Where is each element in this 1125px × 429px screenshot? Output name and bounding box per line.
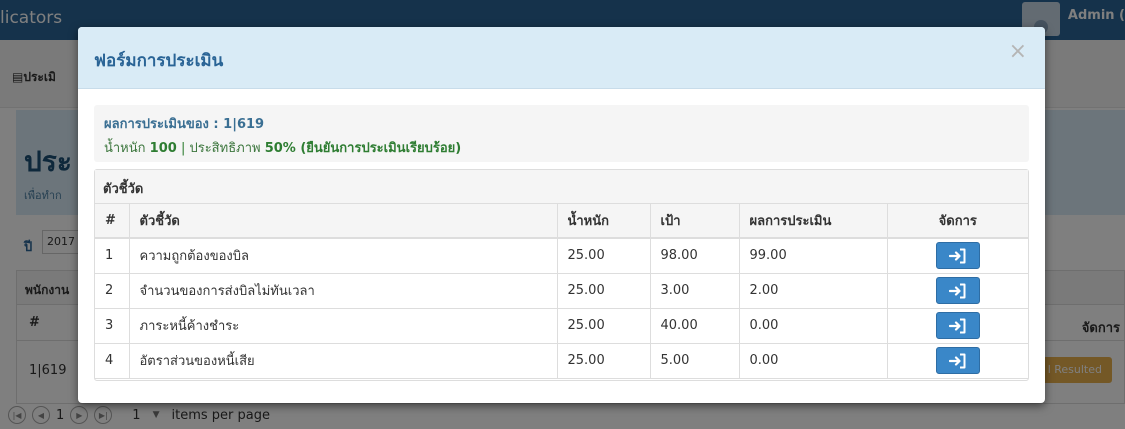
evaluation-summary: ผลการประเมินของ : 1|619 น้ำหนัก 100 | ปร… bbox=[94, 105, 1029, 162]
row-indicator: จำนวนของการส่งบิลไม่ทันเวลา bbox=[129, 273, 558, 309]
sign-in-icon bbox=[948, 318, 966, 333]
row-number: 1 bbox=[95, 238, 130, 274]
open-evaluation-button[interactable] bbox=[935, 347, 980, 374]
row-target: 40.00 bbox=[650, 308, 740, 344]
indicator-table-header: # ตัวชี้วัด น้ำหนัก เป้า ผลการประเมิน จั… bbox=[95, 204, 1028, 239]
row-number: 4 bbox=[95, 343, 130, 379]
row-weight: 25.00 bbox=[557, 238, 651, 274]
row-target: 5.00 bbox=[650, 343, 740, 379]
row-weight: 25.00 bbox=[557, 308, 651, 344]
row-result: 0.00 bbox=[739, 343, 888, 379]
row-action bbox=[887, 238, 1028, 274]
efficiency-label: ประสิทธิภาพ bbox=[189, 141, 261, 156]
weight-value: 100 bbox=[149, 141, 177, 156]
table-row: 4 อัตราส่วนของหนี้เสีย 25.00 5.00 0.00 bbox=[95, 343, 1028, 379]
col-result: ผลการประเมิน bbox=[739, 204, 888, 239]
indicator-table: # ตัวชี้วัด น้ำหนัก เป้า ผลการประเมิน จั… bbox=[95, 204, 1028, 379]
sign-in-icon bbox=[948, 248, 966, 264]
table-row: 3 ภาระหนี้ค้างชำระ 25.00 40.00 0.00 bbox=[95, 308, 1028, 344]
summary-scores: น้ำหนัก 100 | ประสิทธิภาพ 50% (ยืนยันการ… bbox=[104, 137, 1019, 158]
separator: | bbox=[180, 141, 186, 156]
sign-in-icon bbox=[948, 353, 966, 368]
efficiency-value: 50% (ยืนยันการประเมินเรียบร้อย) bbox=[264, 141, 462, 156]
open-evaluation-button[interactable] bbox=[935, 312, 980, 339]
row-action bbox=[887, 308, 1028, 344]
weight-label: น้ำหนัก bbox=[104, 141, 146, 156]
col-action: จัดการ bbox=[887, 204, 1028, 239]
evaluation-modal: ฟอร์มการประเมิน × ผลการประเมินของ : 1|61… bbox=[78, 27, 1045, 403]
row-weight: 25.00 bbox=[557, 343, 651, 379]
table-row: 1 ความถูกต้องของบิล 25.00 98.00 99.00 bbox=[95, 238, 1028, 274]
row-indicator: อัตราส่วนของหนี้เสีย bbox=[129, 343, 558, 379]
row-number: 2 bbox=[95, 273, 130, 309]
row-target: 98.00 bbox=[650, 238, 740, 274]
result-of-label: ผลการประเมินของ : 1|619 bbox=[104, 117, 265, 132]
row-action bbox=[887, 273, 1028, 309]
col-number: # bbox=[95, 204, 130, 239]
row-number: 3 bbox=[95, 308, 130, 344]
row-indicator: ความถูกต้องของบิล bbox=[129, 238, 558, 274]
row-result: 0.00 bbox=[739, 308, 888, 344]
indicator-panel: ตัวชี้วัด # ตัวชี้วัด น้ำหนัก เป้า ผลการ… bbox=[94, 169, 1029, 381]
row-indicator: ภาระหนี้ค้างชำระ bbox=[129, 308, 558, 344]
open-evaluation-button[interactable] bbox=[935, 242, 980, 270]
row-result: 2.00 bbox=[739, 273, 888, 309]
col-indicator: ตัวชี้วัด bbox=[129, 204, 558, 239]
modal-title: ฟอร์มการประเมิน bbox=[94, 51, 224, 71]
row-target: 3.00 bbox=[650, 273, 740, 309]
row-result: 99.00 bbox=[739, 238, 888, 274]
modal-header: ฟอร์มการประเมิน × bbox=[78, 27, 1045, 89]
col-weight: น้ำหนัก bbox=[557, 204, 651, 239]
row-action bbox=[887, 343, 1028, 379]
col-target: เป้า bbox=[650, 204, 740, 239]
indicator-panel-heading: ตัวชี้วัด bbox=[95, 170, 1028, 204]
sign-in-icon bbox=[948, 283, 966, 298]
row-weight: 25.00 bbox=[557, 273, 651, 309]
open-evaluation-button[interactable] bbox=[935, 277, 980, 304]
close-icon[interactable]: × bbox=[1009, 41, 1027, 63]
table-row: 2 จำนวนของการส่งบิลไม่ทันเวลา 25.00 3.00… bbox=[95, 273, 1028, 309]
